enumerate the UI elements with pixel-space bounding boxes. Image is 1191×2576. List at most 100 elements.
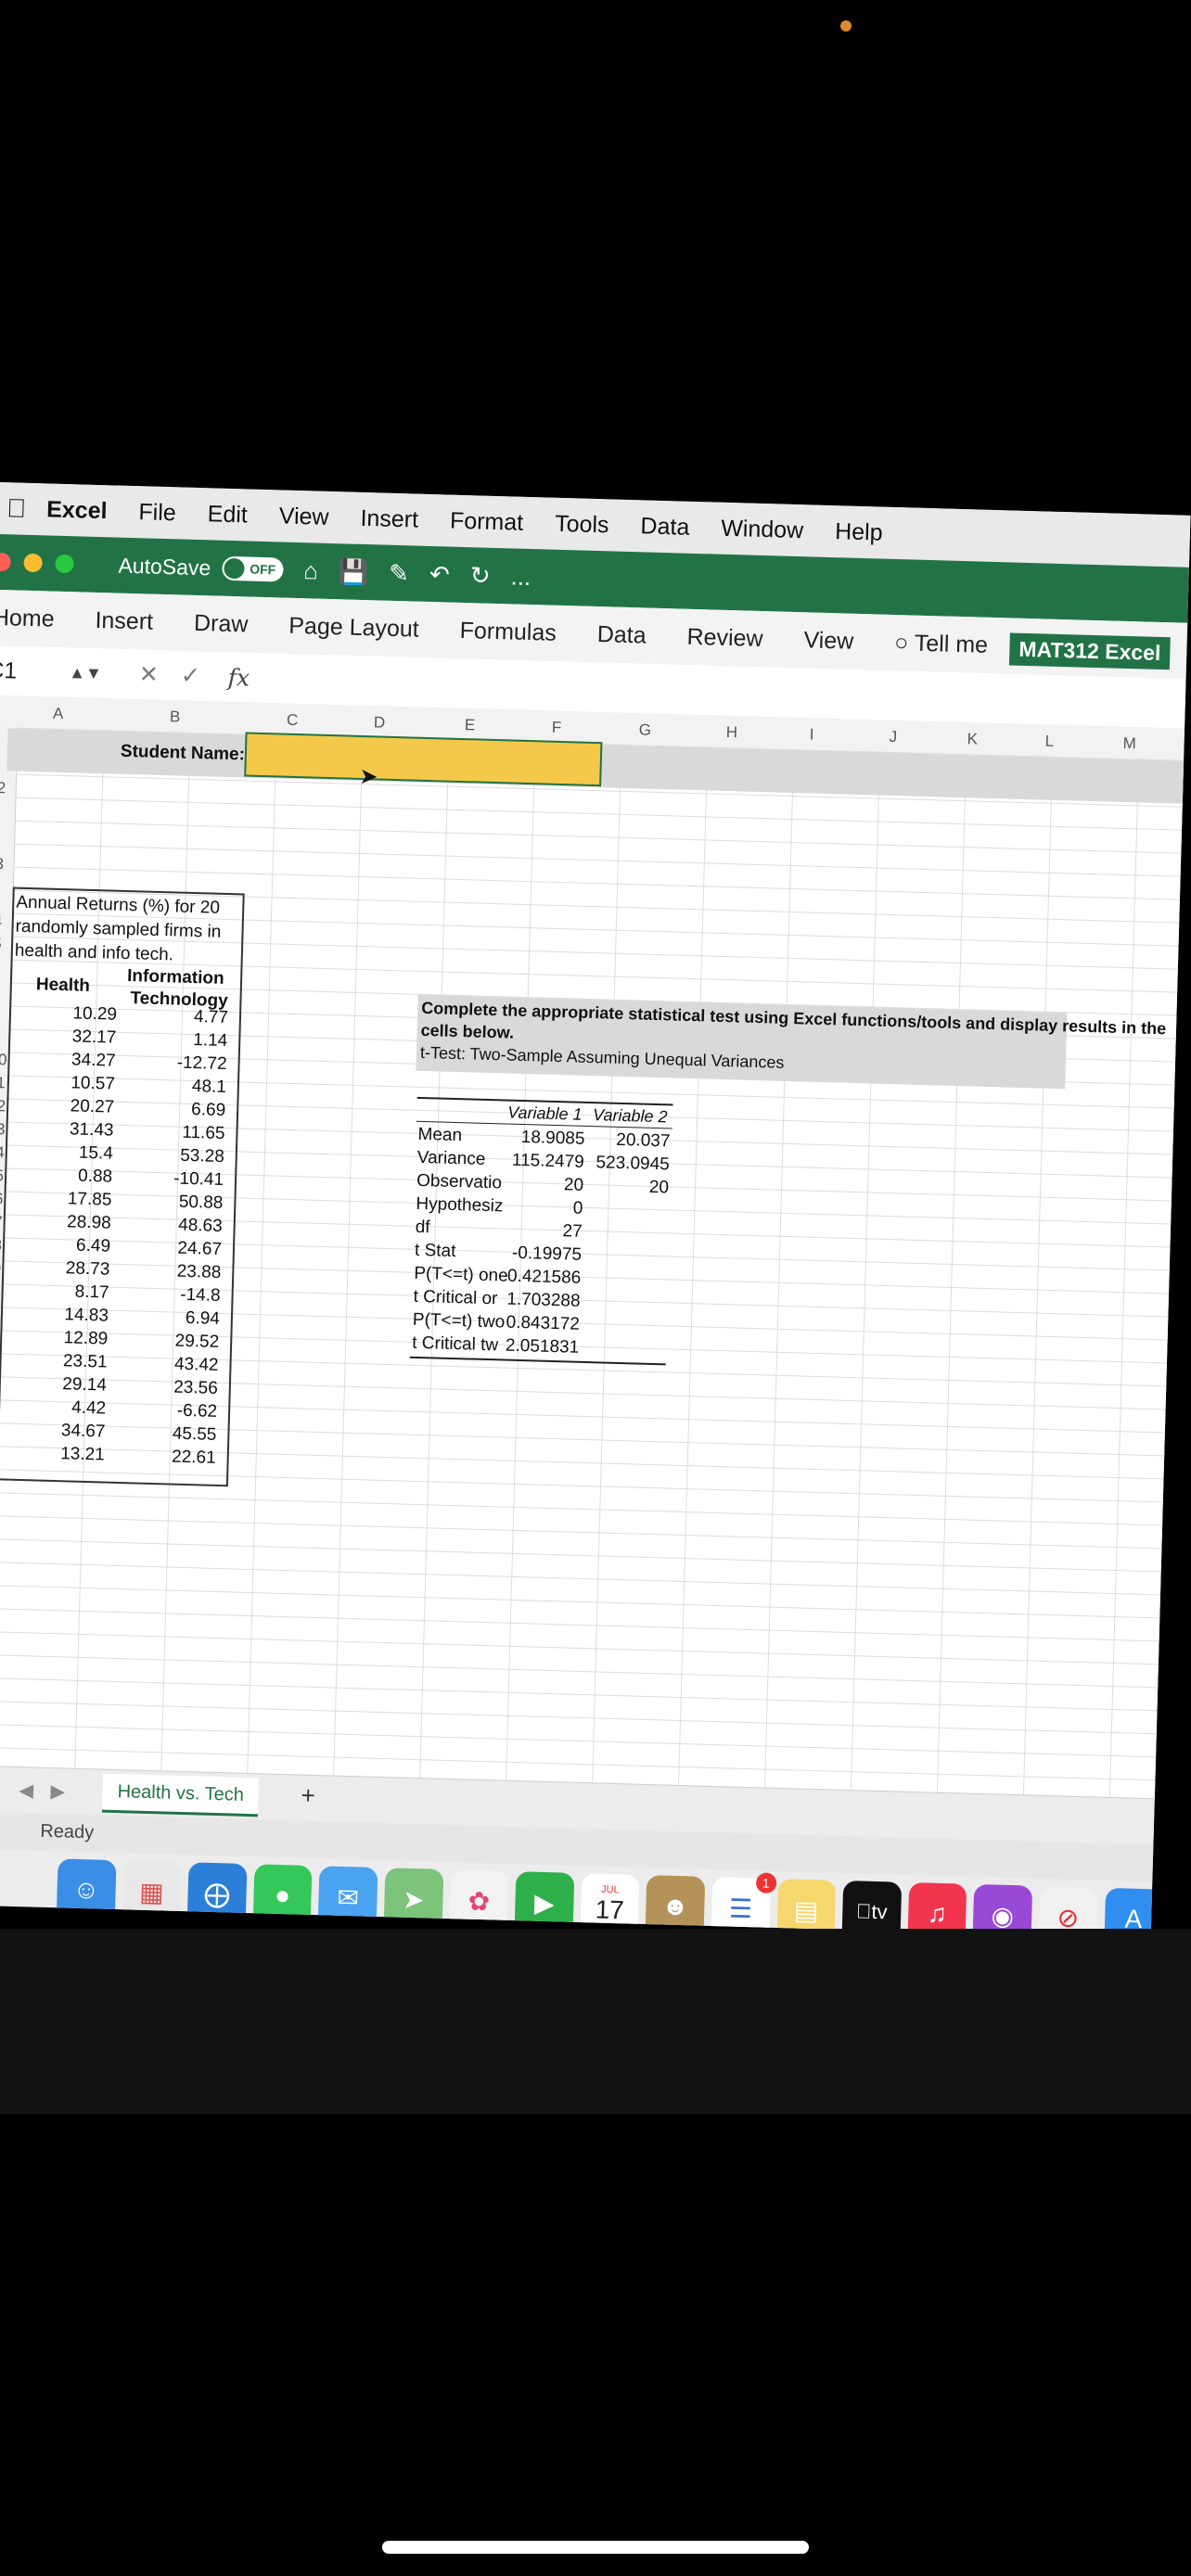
- add-sheet-icon[interactable]: +: [301, 1781, 315, 1810]
- tab-draw[interactable]: Draw: [194, 609, 249, 638]
- row-header[interactable]: 3: [0, 855, 4, 874]
- tab-data[interactable]: Data: [596, 621, 647, 649]
- sheet-tab-health-vs-tech[interactable]: Health vs. Tech: [101, 1773, 260, 1817]
- menu-format[interactable]: Format: [450, 507, 524, 536]
- col-header-a[interactable]: A: [53, 705, 64, 723]
- row-header[interactable]: 11: [0, 1074, 6, 1092]
- home-icon[interactable]: ⌂: [303, 556, 319, 585]
- col-header-k[interactable]: K: [967, 730, 978, 748]
- col-header-d[interactable]: D: [374, 713, 386, 732]
- tab-formulas[interactable]: Formulas: [459, 617, 557, 646]
- home-indicator[interactable]: [382, 2541, 809, 2554]
- health-value-cell: 32.17: [71, 1027, 117, 1048]
- it-value-cell: 23.56: [173, 1377, 219, 1398]
- close-window-button[interactable]: [0, 552, 11, 572]
- health-value-cell: 17.85: [67, 1189, 112, 1210]
- name-box[interactable]: C1: [0, 657, 18, 684]
- tab-insert[interactable]: Insert: [95, 606, 153, 635]
- menu-help[interactable]: Help: [835, 518, 883, 546]
- health-value-cell: 6.49: [75, 1235, 111, 1256]
- zoom-window-button[interactable]: [55, 554, 74, 574]
- health-value-cell: 29.14: [62, 1374, 108, 1396]
- confirm-entry-icon[interactable]: ✓: [180, 662, 200, 691]
- col-header-l[interactable]: L: [1044, 733, 1054, 751]
- health-value-cell: 34.67: [60, 1421, 106, 1442]
- launchpad-icon[interactable]: ▦: [122, 1860, 182, 1924]
- autosave-toggle[interactable]: OFF: [221, 555, 284, 582]
- ttest-row-label: P(T<=t) two: [412, 1309, 506, 1333]
- col-header-h[interactable]: H: [725, 723, 738, 742]
- row-header[interactable]: 17: [0, 1213, 3, 1232]
- tab-page-layout[interactable]: Page Layout: [288, 612, 419, 643]
- ttest-var2-value: 523.0945: [596, 1153, 671, 1175]
- tab-review[interactable]: Review: [686, 623, 763, 652]
- row-header[interactable]: 6: [0, 958, 1, 976]
- row-header[interactable]: 5: [0, 935, 2, 953]
- redo-icon[interactable]: ↻: [469, 561, 491, 591]
- row-header[interactable]: 12: [0, 1097, 6, 1116]
- it-value-cell: 43.42: [173, 1354, 219, 1375]
- minimize-window-button[interactable]: [23, 553, 43, 573]
- ttest-var2-value: 20.037: [616, 1129, 671, 1152]
- it-value-cell: 24.67: [177, 1238, 223, 1259]
- row-header[interactable]: 2: [0, 779, 6, 797]
- calendar-icon[interactable]: JUL 17: [580, 1873, 640, 1936]
- prev-sheet-icon[interactable]: ◀: [19, 1779, 33, 1802]
- row-header[interactable]: 15: [0, 1167, 4, 1186]
- it-value-cell: 1.14: [193, 1030, 228, 1052]
- tab-view[interactable]: View: [803, 627, 854, 655]
- col-header-j[interactable]: J: [889, 728, 897, 746]
- apple-icon[interactable]: : [6, 493, 27, 524]
- col-header-i[interactable]: I: [809, 725, 813, 744]
- row-header[interactable]: 13: [0, 1120, 6, 1140]
- name-box-stepper-icon[interactable]: ▲▼: [69, 663, 102, 683]
- insert-function-icon[interactable]: fx: [227, 663, 250, 691]
- photos-icon[interactable]: ✿: [449, 1869, 509, 1932]
- mail-icon[interactable]: ✉: [318, 1866, 378, 1929]
- health-value-cell: 14.83: [64, 1305, 109, 1326]
- messages-icon[interactable]: ●: [252, 1864, 313, 1927]
- it-value-cell: 23.88: [176, 1261, 222, 1282]
- ttest-var1-value: 27: [562, 1221, 583, 1242]
- safari-icon[interactable]: ⨁: [186, 1862, 248, 1925]
- cancel-entry-icon[interactable]: ✕: [138, 660, 159, 689]
- row-header[interactable]: 4: [0, 912, 3, 931]
- save-icon[interactable]: 💾: [338, 557, 369, 587]
- row-header[interactable]: 16: [0, 1190, 4, 1209]
- mouse-cursor-icon: ➤: [358, 763, 378, 790]
- col-header-g[interactable]: G: [639, 721, 652, 739]
- menu-file[interactable]: File: [138, 499, 176, 527]
- next-sheet-icon[interactable]: ▶: [50, 1779, 65, 1803]
- undo-icon[interactable]: ↶: [429, 559, 451, 589]
- col-header-b[interactable]: B: [170, 708, 181, 726]
- menu-data[interactable]: Data: [640, 513, 690, 541]
- tab-home[interactable]: Home: [0, 604, 55, 632]
- row-header[interactable]: 14: [0, 1143, 5, 1163]
- col-header-m[interactable]: M: [1122, 734, 1136, 753]
- facetime-icon[interactable]: ▶: [514, 1871, 575, 1934]
- menu-tools[interactable]: Tools: [555, 510, 609, 539]
- menu-edit[interactable]: Edit: [207, 501, 248, 529]
- ttest-var2-value: 20: [648, 1177, 670, 1198]
- col-header-f[interactable]: F: [552, 719, 562, 737]
- menu-window[interactable]: Window: [721, 515, 804, 543]
- laptop-keyboard-area: [0, 1929, 1191, 2114]
- more-options-icon[interactable]: ...: [510, 562, 531, 592]
- menu-insert[interactable]: Insert: [360, 504, 418, 533]
- row-header[interactable]: 10: [0, 1051, 7, 1070]
- status-ready: Ready: [40, 1820, 95, 1843]
- menu-app-name[interactable]: Excel: [46, 496, 108, 525]
- col-header-c[interactable]: C: [287, 711, 299, 730]
- tell-me-search[interactable]: ○ Tell me: [894, 629, 989, 658]
- health-value-cell: 31.43: [69, 1119, 114, 1141]
- it-value-cell: -12.72: [176, 1052, 227, 1075]
- col-header-e[interactable]: E: [465, 716, 476, 734]
- menu-view[interactable]: View: [278, 503, 329, 530]
- ttest-header-var1: Variable 1: [506, 1103, 583, 1124]
- finder-icon[interactable]: ☺: [56, 1858, 117, 1922]
- ttest-row-label: t Stat: [414, 1240, 456, 1262]
- ttest-var1-value: 2.051831: [505, 1335, 580, 1358]
- health-value-cell: 23.51: [62, 1351, 108, 1372]
- save-as-icon[interactable]: ✎: [389, 558, 410, 588]
- maps-icon[interactable]: ➤: [383, 1868, 443, 1931]
